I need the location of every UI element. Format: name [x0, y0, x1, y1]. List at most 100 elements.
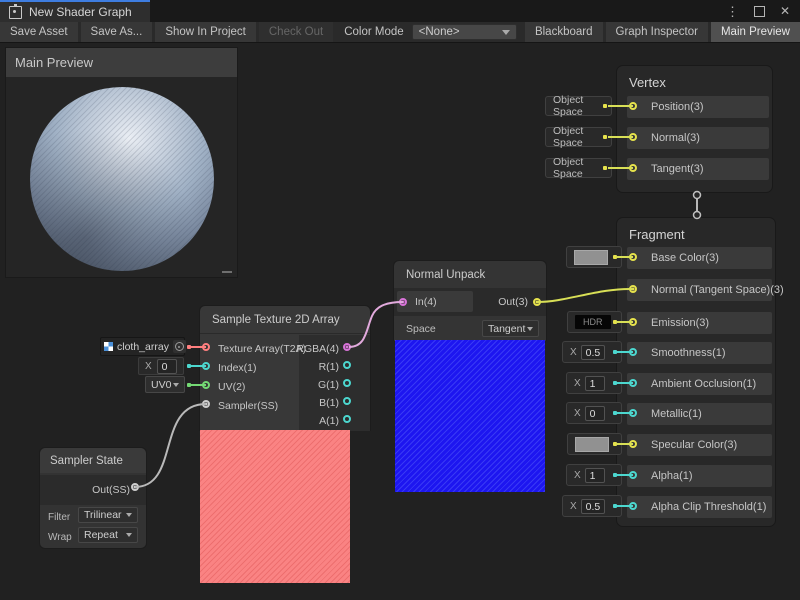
maximize-icon[interactable] — [754, 6, 765, 17]
connection-dot — [187, 364, 191, 368]
port-specular-color[interactable] — [629, 440, 637, 448]
color-swatch[interactable] — [575, 437, 609, 452]
port-tangent[interactable] — [629, 164, 637, 172]
tab-new-shader-graph[interactable]: New Shader Graph — [0, 0, 150, 22]
connection-dot — [613, 442, 617, 446]
ambient-occlusion-value-field[interactable]: 1 — [585, 376, 605, 391]
port-g-out[interactable] — [343, 379, 351, 387]
port-unpack-out[interactable] — [533, 298, 541, 306]
graph-inspector-button[interactable]: Graph Inspector — [606, 22, 708, 42]
port-normal-tangent-space[interactable] — [629, 285, 637, 293]
space-dropdown[interactable]: Tangent — [482, 320, 539, 337]
metallic-value-field[interactable]: 0 — [585, 406, 605, 421]
connection-dot — [613, 381, 617, 385]
input-index: Index(1) — [218, 358, 257, 377]
input-uv: UV(2) — [218, 377, 245, 396]
port-position[interactable] — [629, 102, 637, 110]
object-space-chip: Object Space — [545, 96, 612, 116]
port-alpha[interactable] — [629, 471, 637, 479]
slot-position: Position(3) — [627, 96, 769, 118]
port-emission[interactable] — [629, 318, 637, 326]
alpha-value-widget[interactable]: X1 — [566, 464, 622, 486]
main-preview-button[interactable]: Main Preview — [711, 22, 800, 42]
hdr-field[interactable]: HDR — [575, 315, 611, 329]
output-rgba: RGBA(4) — [296, 339, 339, 358]
color-mode-dropdown[interactable]: <None> — [412, 24, 517, 40]
port-smoothness[interactable] — [629, 348, 637, 356]
texture-array-object-field[interactable]: cloth_array — [100, 337, 185, 356]
port-band: Out(SS) — [40, 475, 146, 505]
chevron-down-icon — [502, 30, 510, 35]
slot-normal-tangent-space: Normal (Tangent Space)(3) — [627, 279, 772, 301]
normal-unpack-node[interactable]: Normal Unpack In(4) Out(3) Space Tangent — [393, 260, 547, 341]
save-as-button[interactable]: Save As... — [81, 22, 153, 42]
filter-dropdown[interactable]: Trilinear — [78, 507, 138, 523]
slot-metallic: Metallic(1) — [627, 403, 772, 425]
fragment-node[interactable]: Fragment Base Color(3) Normal (Tangent S… — [616, 217, 776, 527]
port-r-out[interactable] — [343, 361, 351, 369]
metallic-value-widget[interactable]: X0 — [566, 402, 622, 424]
specular-color-swatch-widget[interactable] — [567, 433, 622, 455]
smoothness-value-field[interactable]: 0.5 — [581, 345, 606, 360]
color-swatch[interactable] — [574, 250, 608, 265]
alpha-clip-value-widget[interactable]: X0.5 — [562, 495, 622, 517]
chevron-down-icon — [527, 327, 533, 331]
normal-map-preview — [395, 340, 545, 492]
port-base-color[interactable] — [629, 253, 637, 261]
slot-alpha-clip-threshold: Alpha Clip Threshold(1) — [627, 496, 772, 518]
check-out-button[interactable]: Check Out — [259, 22, 333, 42]
port-texture-array-in[interactable] — [202, 343, 210, 351]
object-space-chip: Object Space — [545, 127, 612, 147]
color-mode-label: Color Mode — [336, 22, 411, 42]
vertex-node[interactable]: Vertex Position(3) Normal(3) Tangent(3) — [616, 65, 773, 193]
wrap-dropdown[interactable]: Repeat — [78, 527, 138, 543]
port-uv-in[interactable] — [202, 381, 210, 389]
base-color-swatch-widget[interactable] — [566, 246, 622, 268]
sample-node-title: Sample Texture 2D Array — [200, 306, 370, 334]
port-sampler-in[interactable] — [202, 400, 210, 408]
connection-dot — [187, 345, 191, 349]
port-ambient-occlusion[interactable] — [629, 379, 637, 387]
connection-dot — [613, 411, 617, 415]
port-index-in[interactable] — [202, 362, 210, 370]
show-in-project-button[interactable]: Show In Project — [155, 22, 256, 42]
chevron-down-icon — [126, 533, 132, 537]
alpha-clip-value-field[interactable]: 0.5 — [581, 499, 606, 514]
connection-dot — [187, 383, 191, 387]
resize-grip[interactable] — [222, 271, 232, 273]
texture-icon — [104, 342, 113, 351]
shader-graph-icon — [9, 6, 22, 19]
port-alpha-clip-threshold[interactable] — [629, 502, 637, 510]
port-rgba-out[interactable] — [343, 343, 351, 351]
port-band: In(4) Out(3) — [394, 288, 546, 316]
uv-channel-dropdown[interactable]: UV0 — [145, 376, 185, 393]
output-r: R(1) — [319, 357, 339, 376]
chevron-down-icon — [126, 513, 132, 517]
smoothness-value-widget[interactable]: X0.5 — [562, 341, 622, 363]
object-picker-button[interactable] — [173, 340, 186, 353]
main-preview-panel[interactable]: Main Preview — [5, 47, 238, 278]
output-a: A(1) — [319, 411, 339, 430]
vertex-node-title: Vertex — [617, 66, 772, 90]
ambient-occlusion-value-widget[interactable]: X1 — [566, 372, 622, 394]
blackboard-button[interactable]: Blackboard — [525, 22, 603, 42]
index-value-field[interactable]: 0 — [157, 359, 177, 374]
port-unpack-in[interactable] — [399, 298, 407, 306]
port-normal[interactable] — [629, 133, 637, 141]
save-asset-button[interactable]: Save Asset — [0, 22, 78, 42]
connection-dot — [613, 255, 617, 259]
main-preview-panel-header[interactable]: Main Preview — [6, 48, 237, 77]
port-b-out[interactable] — [343, 397, 351, 405]
index-value-widget[interactable]: X 0 — [138, 357, 184, 375]
kebab-menu-icon[interactable]: ⋮ — [726, 5, 739, 18]
port-metallic[interactable] — [629, 409, 637, 417]
slot-smoothness: Smoothness(1) — [627, 342, 772, 364]
emission-hdr-widget[interactable]: HDR — [567, 311, 622, 333]
close-icon[interactable]: ✕ — [780, 5, 790, 17]
slot-alpha: Alpha(1) — [627, 465, 772, 487]
port-a-out[interactable] — [343, 415, 351, 423]
sampler-state-node[interactable]: Sampler State Out(SS) Filter Trilinear W… — [39, 447, 147, 549]
port-sampler-out[interactable] — [131, 483, 139, 491]
alpha-value-field[interactable]: 1 — [585, 468, 605, 483]
connection-dot — [603, 166, 607, 170]
